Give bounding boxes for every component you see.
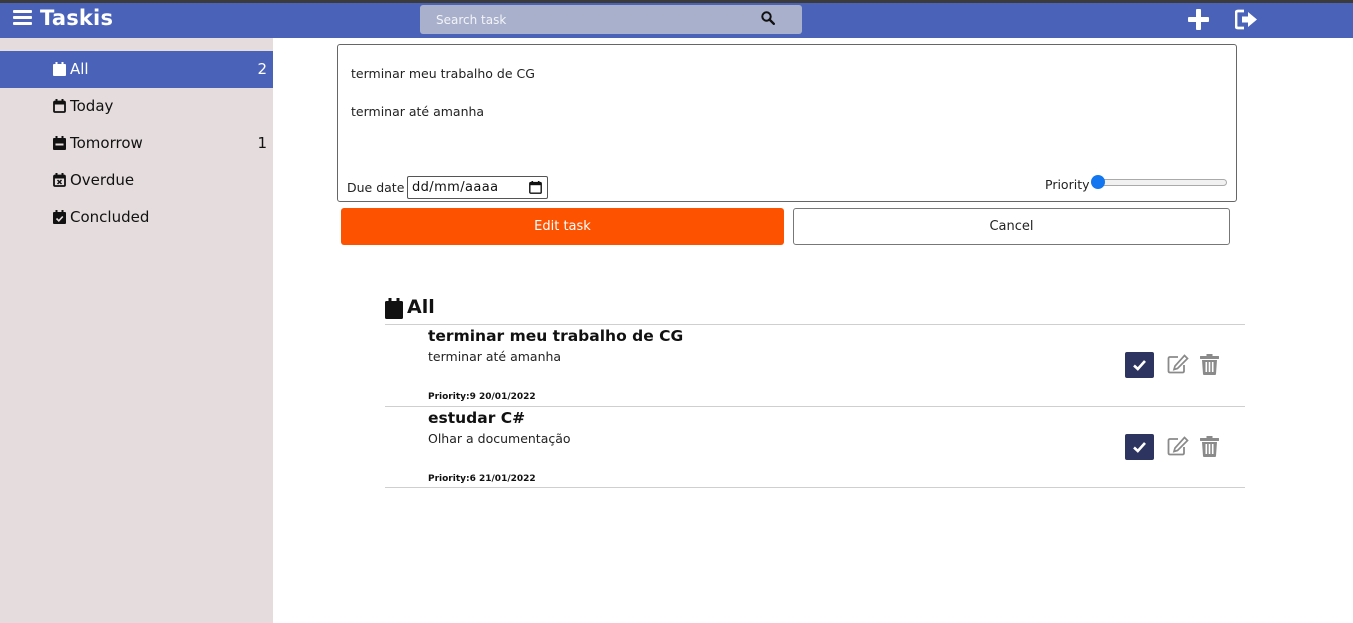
logout-icon[interactable] (1235, 9, 1259, 30)
app-title: Taskis (40, 6, 114, 30)
calendar-minus-icon (53, 136, 66, 150)
trash-icon[interactable] (1200, 354, 1219, 375)
plus-icon[interactable] (1187, 8, 1210, 31)
menu-icon[interactable] (13, 10, 32, 26)
priority-slider[interactable] (1091, 174, 1227, 190)
task-description: terminar até amanha (428, 349, 562, 364)
sidebar-item-label: Concluded (70, 208, 150, 226)
complete-task-button[interactable] (1125, 352, 1154, 378)
task-description: Olhar a documentação (428, 431, 571, 446)
calendar-outline-icon (53, 99, 66, 113)
divider (385, 406, 1245, 407)
complete-task-button[interactable] (1125, 434, 1154, 460)
sidebar-item-count: 2 (257, 60, 267, 78)
cancel-button[interactable]: Cancel (793, 208, 1230, 245)
task-title: estudar C# (428, 409, 526, 427)
check-icon (1133, 442, 1146, 453)
sidebar-item-overdue[interactable]: Overdue (0, 162, 273, 199)
divider (385, 324, 1245, 325)
trash-icon[interactable] (1200, 436, 1219, 457)
task-form: terminar meu trabalho de CG terminar até… (337, 44, 1237, 202)
check-icon (1133, 360, 1146, 371)
task-title-field[interactable]: terminar meu trabalho de CG (351, 66, 535, 81)
calendar-icon (53, 62, 66, 76)
calendar-x-icon (53, 173, 66, 187)
calendar-picker-icon[interactable] (529, 181, 542, 194)
task-description-field[interactable]: terminar até amanha (351, 104, 484, 119)
task-meta: Priority:9 20/01/2022 (428, 392, 536, 402)
due-date-value: dd/mm/aaaa (412, 180, 499, 195)
sidebar-item-today[interactable]: Today (0, 88, 273, 125)
due-date-input[interactable]: dd/mm/aaaa (407, 176, 548, 199)
search-icon[interactable] (761, 11, 775, 25)
divider (385, 487, 1245, 488)
search-bar (420, 5, 802, 34)
sidebar-item-label: Today (70, 97, 114, 115)
sidebar-item-label: All (70, 60, 89, 78)
list-title: All (407, 296, 435, 318)
search-input[interactable] (420, 5, 760, 34)
edit-icon[interactable] (1167, 354, 1189, 374)
edit-task-button[interactable]: Edit task (341, 208, 784, 245)
slider-track (1095, 179, 1227, 186)
sidebar-item-all[interactable]: All 2 (0, 51, 273, 88)
calendar-check-icon (53, 210, 66, 224)
due-date-label: Due date (347, 180, 405, 195)
sidebar: All 2 Today Tomorrow 1 Overdue Concluded (0, 38, 273, 623)
edit-icon[interactable] (1167, 436, 1189, 456)
sidebar-item-label: Overdue (70, 171, 135, 189)
sidebar-item-label: Tomorrow (70, 134, 143, 152)
top-bar: Taskis (0, 3, 1353, 38)
priority-label: Priority (1045, 177, 1090, 192)
slider-thumb[interactable] (1091, 175, 1105, 189)
sidebar-item-count: 1 (257, 134, 267, 152)
sidebar-item-concluded[interactable]: Concluded (0, 199, 273, 236)
sidebar-item-tomorrow[interactable]: Tomorrow 1 (0, 125, 273, 162)
calendar-icon (385, 298, 403, 319)
task-title: terminar meu trabalho de CG (428, 327, 684, 345)
task-meta: Priority:6 21/01/2022 (428, 474, 536, 484)
